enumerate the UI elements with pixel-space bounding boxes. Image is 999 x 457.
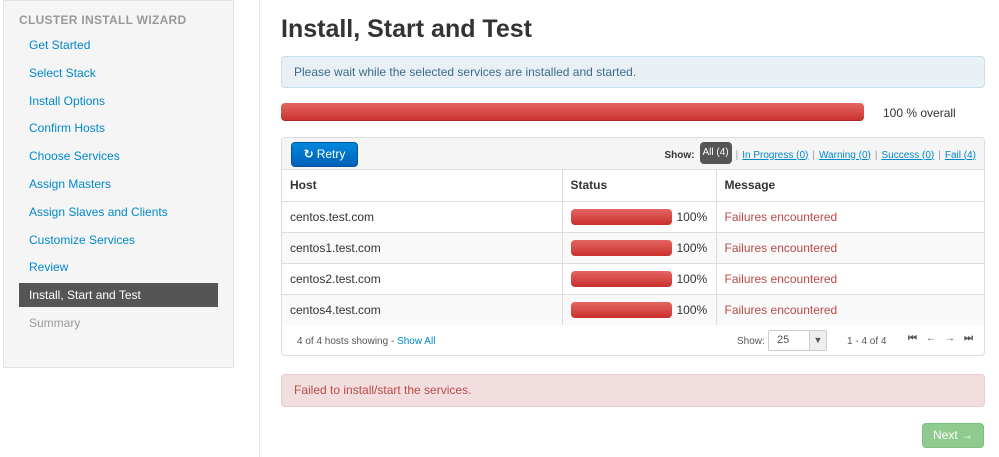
column-header-message: Message: [715, 170, 984, 202]
last-page-icon[interactable]: ⏭: [964, 333, 973, 344]
column-header-status: Status: [561, 170, 716, 202]
host-message: Failures encountered: [715, 231, 984, 263]
prev-page-icon[interactable]: ←: [926, 333, 936, 344]
host-progress-bar: [570, 270, 672, 287]
vertical-divider: [259, 0, 260, 457]
sidebar-item-customize-services[interactable]: Customize Services: [19, 228, 218, 252]
info-alert: Please wait while the selected services …: [281, 56, 985, 88]
table-row: centos.test.com 100% Failures encountered: [282, 200, 984, 232]
table-row: centos1.test.com 100% Failures encountered: [282, 231, 984, 263]
sidebar-item-select-stack[interactable]: Select Stack: [19, 61, 218, 85]
overall-progress-label: 100 % overall: [883, 106, 956, 120]
host-message-link[interactable]: Failures encountered: [725, 241, 838, 255]
host-progress-percent: 100%: [676, 271, 708, 286]
page-size-select[interactable]: 25 ▼: [768, 330, 827, 351]
host-progress-bar: [570, 301, 672, 318]
table-row: centos4.test.com 100% Failures encountered: [282, 293, 984, 325]
sidebar-item-get-started[interactable]: Get Started: [19, 33, 218, 57]
hosts-table: Host Status Message centos.test.com 100% F…: [282, 170, 984, 325]
host-message: Failures encountered: [715, 262, 984, 294]
sidebar-item-assign-slaves-and-clients[interactable]: Assign Slaves and Clients: [19, 200, 218, 224]
host-name: centos.test.com: [282, 200, 562, 232]
filter-warning[interactable]: Warning (0): [819, 150, 871, 161]
filter-success[interactable]: Success (0): [881, 150, 934, 161]
next-page-icon[interactable]: →: [945, 333, 955, 344]
first-page-icon[interactable]: ⏮: [908, 333, 917, 344]
host-count: 4 of 4 hosts showing - Show All: [297, 336, 436, 347]
page-title: Install, Start and Test: [281, 15, 532, 43]
host-name: centos2.test.com: [282, 262, 562, 294]
host-message: Failures encountered: [715, 293, 984, 325]
host-message: Failures encountered: [715, 200, 984, 232]
next-button[interactable]: Next →: [922, 423, 984, 448]
host-message-link[interactable]: Failures encountered: [725, 272, 838, 286]
host-message-link[interactable]: Failures encountered: [725, 303, 838, 317]
sidebar-item-assign-masters[interactable]: Assign Masters: [19, 172, 218, 196]
page-size-value: 25: [777, 334, 790, 346]
wizard-sidebar: CLUSTER INSTALL WIZARD Get Started Select…: [3, 0, 234, 368]
pager: ⏮ ← → ⏭: [908, 333, 973, 344]
sidebar-item-summary: Summary: [29, 316, 81, 330]
host-status: 100%: [561, 231, 716, 263]
host-progress-percent: 100%: [676, 209, 708, 224]
filter-all[interactable]: All (4): [699, 142, 732, 164]
host-name: centos1.test.com: [282, 231, 562, 263]
error-alert: Failed to install/start the services.: [281, 374, 985, 407]
host-status: 100%: [561, 293, 716, 325]
sidebar-item-confirm-hosts[interactable]: Confirm Hosts: [19, 116, 218, 140]
sidebar-item-install-options[interactable]: Install Options: [19, 89, 218, 113]
host-progress-percent: 100%: [676, 240, 708, 255]
status-filters: Show: All (4) | In Progress (0) | Warnin…: [664, 142, 976, 164]
filter-fail[interactable]: Fail (4): [945, 150, 976, 161]
sidebar-item-install-start-and-test[interactable]: Install, Start and Test: [19, 283, 218, 308]
chevron-down-icon: ▼: [809, 331, 826, 350]
sidebar-item-choose-services[interactable]: Choose Services: [19, 144, 218, 168]
filter-in-progress[interactable]: In Progress (0): [742, 150, 808, 161]
table-row: centos2.test.com 100% Failures encountered: [282, 262, 984, 294]
page-size-label: Show:: [737, 336, 765, 347]
panel-footer: 4 of 4 hosts showing - Show All Show: 25…: [282, 325, 984, 355]
overall-progress-bar: [281, 103, 864, 121]
host-progress-bar: [570, 239, 672, 256]
host-progress-bar: [570, 208, 672, 225]
sidebar-item-review[interactable]: Review: [19, 255, 218, 279]
show-all-link[interactable]: Show All: [397, 336, 435, 347]
page-range: 1 - 4 of 4: [847, 336, 887, 347]
host-progress-percent: 100%: [676, 302, 708, 317]
column-header-host: Host: [282, 170, 562, 202]
hosts-panel: ↻ Retry Show: All (4) | In Progress (0) |…: [281, 137, 985, 356]
host-name: centos4.test.com: [282, 293, 562, 325]
host-status: 100%: [561, 200, 716, 232]
refresh-icon: ↻: [303, 147, 314, 161]
retry-button[interactable]: ↻ Retry: [291, 142, 358, 167]
filter-show-label: Show:: [664, 149, 695, 161]
panel-toolbar: ↻ Retry Show: All (4) | In Progress (0) |…: [282, 138, 984, 170]
wizard-title: CLUSTER INSTALL WIZARD: [19, 13, 187, 27]
host-message-link[interactable]: Failures encountered: [725, 210, 838, 224]
host-status: 100%: [561, 262, 716, 294]
retry-label: Retry: [316, 147, 346, 161]
